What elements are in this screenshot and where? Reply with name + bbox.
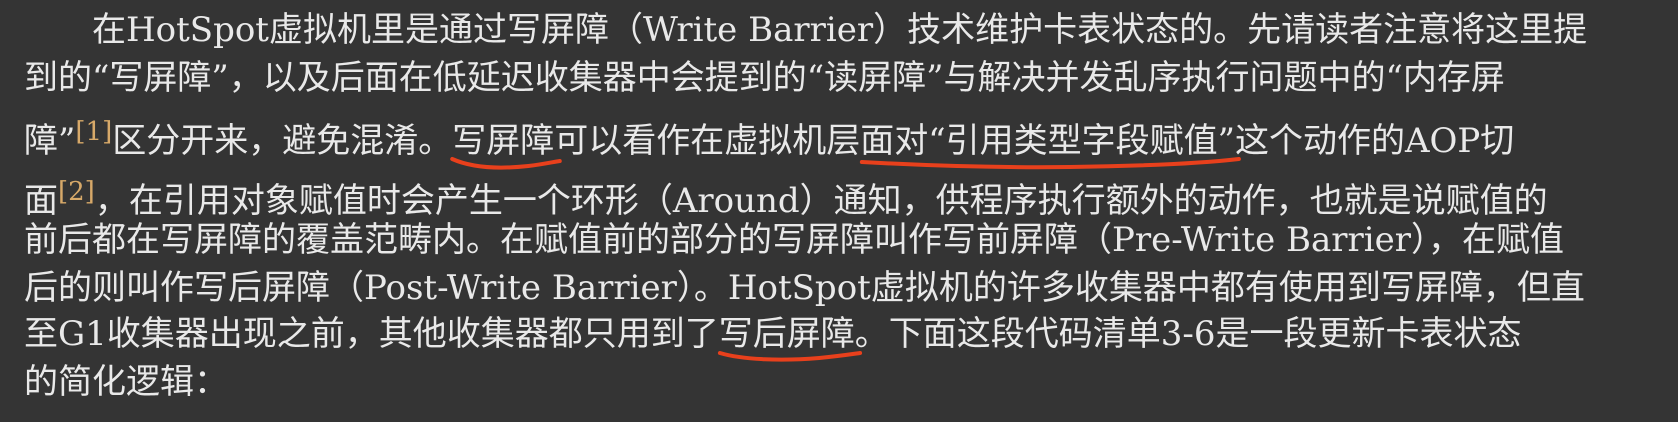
highlighted-term-ref-assignment: 面对“引用类型字段赋值” — [860, 115, 1235, 167]
paragraph-line-1: 在HotSpot虚拟机里是通过写屏障（Write Barrier）技术维护卡表状… — [92, 4, 1587, 56]
paragraph-line-2: 到的“写屏障”，以及后面在低延迟收集器中会提到的“读屏障”与解决并发乱序执行问题… — [24, 52, 1505, 104]
text-run: 区分开来，避免混淆。 — [112, 121, 453, 161]
paragraph-line-7: 至G1收集器出现之前，其他收集器都只用到了写后屏障 。下面这段代码清单3-6是一段… — [24, 308, 1522, 360]
text-run: 可以看作在虚拟机层 — [554, 121, 861, 161]
paragraph-line-4: 面[2]，在引用对象赋值时会产生一个环形（Around）通知，供程序执行额外的动… — [24, 166, 1548, 221]
paragraph-line-8: 的简化逻辑： — [24, 356, 228, 408]
paragraph-line-6: 后的则叫作写后屏障（Post-Write Barrier）。HotSpot虚拟机… — [24, 262, 1585, 314]
highlighted-term-write-barrier: 写屏障 — [452, 115, 554, 167]
text-run: 在HotSpot虚拟机里是通过写屏障（Write Barrier）技术维护卡表状… — [92, 10, 1588, 50]
footnote-ref-2[interactable]: [2] — [58, 177, 95, 207]
text-run: 这个动作的AOP切 — [1235, 121, 1515, 161]
highlighted-text: 写后屏障 — [718, 314, 855, 354]
highlighted-text: 写屏障 — [452, 121, 555, 161]
text-run: 前后都在写屏障的覆盖范畴内。在赋值前的部分的写屏障叫作写前屏障（Pre-Writ… — [24, 220, 1565, 260]
footnote-ref-1[interactable]: [1] — [75, 117, 112, 147]
text-run: 至G1收集器出现之前，其他收集器都只用到了 — [24, 314, 719, 354]
paragraph-line-5: 前后都在写屏障的覆盖范畴内。在赋值前的部分的写屏障叫作写前屏障（Pre-Writ… — [24, 214, 1564, 266]
paragraph-line-3: 障”[1]区分开来，避免混淆。写屏障 可以看作在虚拟机层面对“引用类型字段赋值” 这… — [24, 106, 1514, 158]
text-run: 到的“写屏障”，以及后面在低延迟收集器中会提到的“读屏障”与解决并发乱序执行问题… — [24, 58, 1505, 98]
text-run: 后的则叫作写后屏障（Post-Write Barrier）。HotSpot虚拟机… — [24, 268, 1585, 308]
highlighted-term-post-write-barrier: 写后屏障 — [719, 308, 855, 360]
highlighted-text: 面对“引用类型字段赋值” — [860, 121, 1235, 161]
text-run: 。下面这段代码清单3-6是一段更新卡表状态 — [854, 314, 1522, 354]
text-run: 的简化逻辑： — [24, 362, 228, 402]
text-run: 障” — [24, 121, 76, 161]
